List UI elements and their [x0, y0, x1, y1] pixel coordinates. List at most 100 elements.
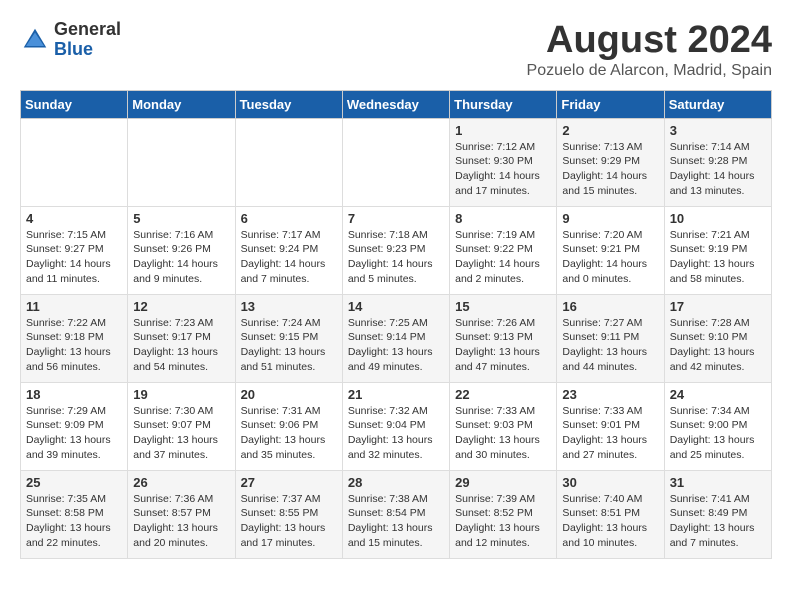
day-info: Sunrise: 7:39 AM Sunset: 8:52 PM Dayligh…	[455, 492, 551, 551]
calendar-cell: 7 Sunrise: 7:18 AM Sunset: 9:23 PM Daylig…	[342, 206, 449, 294]
week-row-2: 4 Sunrise: 7:15 AM Sunset: 9:27 PM Daylig…	[21, 206, 772, 294]
calendar-cell: 3 Sunrise: 7:14 AM Sunset: 9:28 PM Daylig…	[664, 118, 771, 206]
day-number: 7	[348, 211, 444, 226]
calendar-cell: 30 Sunrise: 7:40 AM Sunset: 8:51 PM Dayli…	[557, 470, 664, 558]
day-info: Sunrise: 7:25 AM Sunset: 9:14 PM Dayligh…	[348, 316, 444, 375]
day-info: Sunrise: 7:30 AM Sunset: 9:07 PM Dayligh…	[133, 404, 229, 463]
day-info: Sunrise: 7:26 AM Sunset: 9:13 PM Dayligh…	[455, 316, 551, 375]
header-sunday: Sunday	[21, 90, 128, 118]
day-info: Sunrise: 7:24 AM Sunset: 9:15 PM Dayligh…	[241, 316, 337, 375]
day-info: Sunrise: 7:22 AM Sunset: 9:18 PM Dayligh…	[26, 316, 122, 375]
day-number: 26	[133, 475, 229, 490]
calendar-cell: 10Sunrise: 7:21 AM Sunset: 9:19 PM Dayli…	[664, 206, 771, 294]
header-saturday: Saturday	[664, 90, 771, 118]
day-info: Sunrise: 7:15 AM Sunset: 9:27 PM Dayligh…	[26, 228, 122, 287]
calendar-cell	[21, 118, 128, 206]
calendar-cell: 28Sunrise: 7:38 AM Sunset: 8:54 PM Dayli…	[342, 470, 449, 558]
day-number: 27	[241, 475, 337, 490]
day-info: Sunrise: 7:14 AM Sunset: 9:28 PM Dayligh…	[670, 140, 766, 199]
calendar-cell: 23Sunrise: 7:33 AM Sunset: 9:01 PM Dayli…	[557, 382, 664, 470]
header-row: SundayMondayTuesdayWednesdayThursdayFrid…	[21, 90, 772, 118]
week-row-4: 18 Sunrise: 7:29 AM Sunset: 9:09 PM Dayli…	[21, 382, 772, 470]
header-friday: Friday	[557, 90, 664, 118]
day-info: Sunrise: 7:33 AM Sunset: 9:03 PM Dayligh…	[455, 404, 551, 463]
day-number: 13	[241, 299, 337, 314]
calendar-cell: 1Sunrise: 7:12 AM Sunset: 9:30 PM Daylig…	[450, 118, 557, 206]
day-number: 14	[348, 299, 444, 314]
calendar-cell: 27 Sunrise: 7:37 AM Sunset: 8:55 PM Dayli…	[235, 470, 342, 558]
calendar-cell: 26 Sunrise: 7:36 AM Sunset: 8:57 PM Dayli…	[128, 470, 235, 558]
day-number: 11	[26, 299, 122, 314]
day-info: Sunrise: 7:40 AM Sunset: 8:51 PM Dayligh…	[562, 492, 658, 551]
day-info: Sunrise: 7:21 AM Sunset: 9:19 PM Dayligh…	[670, 228, 766, 287]
day-number: 30	[562, 475, 658, 490]
day-info: Sunrise: 7:19 AM Sunset: 9:22 PM Dayligh…	[455, 228, 551, 287]
logo-icon	[20, 25, 50, 55]
day-number: 12	[133, 299, 229, 314]
week-row-5: 25 Sunrise: 7:35 AM Sunset: 8:58 PM Dayli…	[21, 470, 772, 558]
week-row-3: 11 Sunrise: 7:22 AM Sunset: 9:18 PM Dayli…	[21, 294, 772, 382]
day-number: 1	[455, 123, 551, 138]
calendar-cell: 21Sunrise: 7:32 AM Sunset: 9:04 PM Dayli…	[342, 382, 449, 470]
month-title: August 2024	[527, 20, 772, 62]
calendar-cell: 8 Sunrise: 7:19 AM Sunset: 9:22 PM Daylig…	[450, 206, 557, 294]
day-info: Sunrise: 7:27 AM Sunset: 9:11 PM Dayligh…	[562, 316, 658, 375]
day-info: Sunrise: 7:32 AM Sunset: 9:04 PM Dayligh…	[348, 404, 444, 463]
week-row-1: 1Sunrise: 7:12 AM Sunset: 9:30 PM Daylig…	[21, 118, 772, 206]
logo: General Blue	[20, 20, 121, 60]
day-number: 4	[26, 211, 122, 226]
day-info: Sunrise: 7:38 AM Sunset: 8:54 PM Dayligh…	[348, 492, 444, 551]
day-number: 15	[455, 299, 551, 314]
calendar-cell: 20Sunrise: 7:31 AM Sunset: 9:06 PM Dayli…	[235, 382, 342, 470]
day-number: 25	[26, 475, 122, 490]
calendar-cell: 12 Sunrise: 7:23 AM Sunset: 9:17 PM Dayli…	[128, 294, 235, 382]
day-info: Sunrise: 7:34 AM Sunset: 9:00 PM Dayligh…	[670, 404, 766, 463]
day-number: 3	[670, 123, 766, 138]
header-wednesday: Wednesday	[342, 90, 449, 118]
calendar-cell: 18 Sunrise: 7:29 AM Sunset: 9:09 PM Dayli…	[21, 382, 128, 470]
day-number: 17	[670, 299, 766, 314]
day-info: Sunrise: 7:28 AM Sunset: 9:10 PM Dayligh…	[670, 316, 766, 375]
logo-text: General Blue	[54, 20, 121, 60]
calendar-cell: 2Sunrise: 7:13 AM Sunset: 9:29 PM Daylig…	[557, 118, 664, 206]
day-info: Sunrise: 7:29 AM Sunset: 9:09 PM Dayligh…	[26, 404, 122, 463]
calendar-cell	[128, 118, 235, 206]
day-info: Sunrise: 7:37 AM Sunset: 8:55 PM Dayligh…	[241, 492, 337, 551]
page-header: General Blue August 2024 Pozuelo de Alar…	[20, 20, 772, 80]
day-info: Sunrise: 7:35 AM Sunset: 8:58 PM Dayligh…	[26, 492, 122, 551]
day-number: 31	[670, 475, 766, 490]
day-info: Sunrise: 7:20 AM Sunset: 9:21 PM Dayligh…	[562, 228, 658, 287]
header-tuesday: Tuesday	[235, 90, 342, 118]
day-number: 8	[455, 211, 551, 226]
day-info: Sunrise: 7:23 AM Sunset: 9:17 PM Dayligh…	[133, 316, 229, 375]
day-number: 23	[562, 387, 658, 402]
calendar-cell: 4 Sunrise: 7:15 AM Sunset: 9:27 PM Daylig…	[21, 206, 128, 294]
calendar-cell	[342, 118, 449, 206]
day-info: Sunrise: 7:41 AM Sunset: 8:49 PM Dayligh…	[670, 492, 766, 551]
calendar-cell: 22 Sunrise: 7:33 AM Sunset: 9:03 PM Dayli…	[450, 382, 557, 470]
calendar-table: SundayMondayTuesdayWednesdayThursdayFrid…	[20, 90, 772, 559]
calendar-cell: 29Sunrise: 7:39 AM Sunset: 8:52 PM Dayli…	[450, 470, 557, 558]
logo-general: General	[54, 20, 121, 40]
calendar-cell: 6Sunrise: 7:17 AM Sunset: 9:24 PM Daylig…	[235, 206, 342, 294]
day-number: 19	[133, 387, 229, 402]
day-number: 9	[562, 211, 658, 226]
day-info: Sunrise: 7:18 AM Sunset: 9:23 PM Dayligh…	[348, 228, 444, 287]
day-number: 24	[670, 387, 766, 402]
calendar-cell: 13 Sunrise: 7:24 AM Sunset: 9:15 PM Dayli…	[235, 294, 342, 382]
title-block: August 2024 Pozuelo de Alarcon, Madrid, …	[527, 20, 772, 80]
calendar-cell: 9 Sunrise: 7:20 AM Sunset: 9:21 PM Daylig…	[557, 206, 664, 294]
day-number: 2	[562, 123, 658, 138]
calendar-cell: 14 Sunrise: 7:25 AM Sunset: 9:14 PM Dayli…	[342, 294, 449, 382]
header-monday: Monday	[128, 90, 235, 118]
day-info: Sunrise: 7:36 AM Sunset: 8:57 PM Dayligh…	[133, 492, 229, 551]
day-number: 22	[455, 387, 551, 402]
calendar-cell: 25 Sunrise: 7:35 AM Sunset: 8:58 PM Dayli…	[21, 470, 128, 558]
day-number: 18	[26, 387, 122, 402]
logo-blue: Blue	[54, 40, 121, 60]
calendar-cell: 31 Sunrise: 7:41 AM Sunset: 8:49 PM Dayli…	[664, 470, 771, 558]
day-number: 5	[133, 211, 229, 226]
calendar-cell: 24 Sunrise: 7:34 AM Sunset: 9:00 PM Dayli…	[664, 382, 771, 470]
day-number: 16	[562, 299, 658, 314]
day-info: Sunrise: 7:16 AM Sunset: 9:26 PM Dayligh…	[133, 228, 229, 287]
